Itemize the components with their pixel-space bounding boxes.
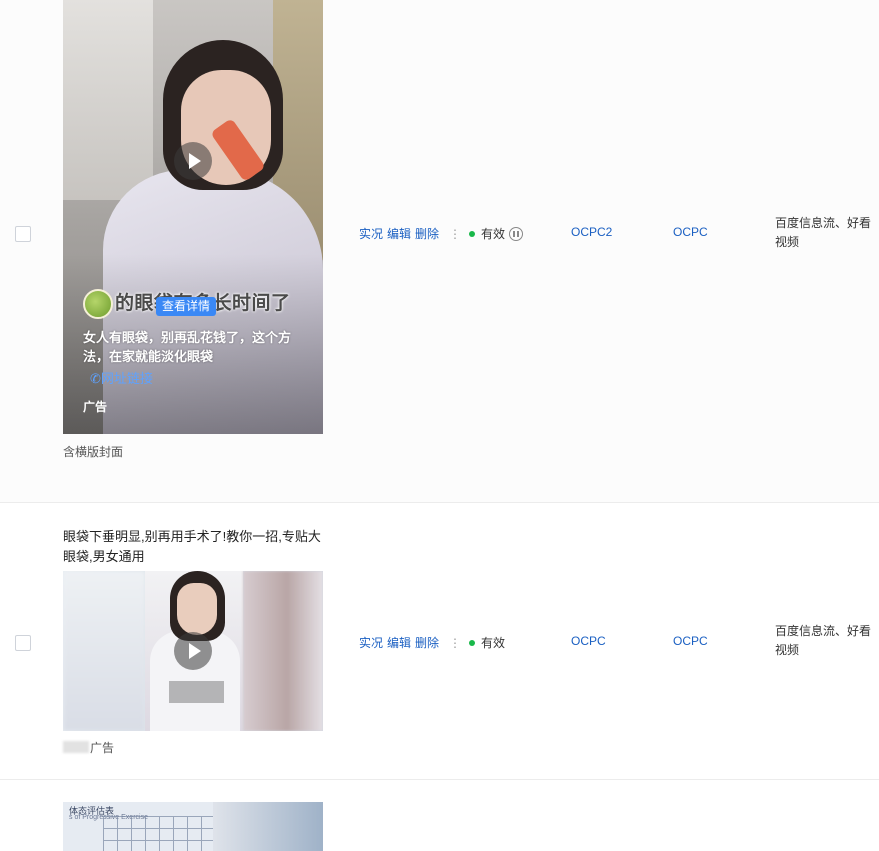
ad-row: 体态评估表 s of Progressive Exercise <box>0 781 879 851</box>
placement: 百度信息流、好看视频 <box>775 624 872 657</box>
edit-link[interactable]: 编辑 <box>387 636 411 650</box>
delete-link[interactable]: 删除 <box>415 227 439 241</box>
status-dot-icon <box>469 230 475 237</box>
video-thumbnail[interactable]: 体态评估表 s of Progressive Exercise <box>63 802 323 851</box>
status-label: 有效 <box>481 636 506 650</box>
account-note: 广告 <box>63 739 114 756</box>
ad-tag: 广告 <box>83 400 108 414</box>
blurred-background-right <box>243 571 323 731</box>
bid-type-b[interactable]: OCPC <box>673 634 708 648</box>
bid-type-a[interactable]: OCPC2 <box>571 225 612 239</box>
row-actions: 实况 编辑 删除 ⋮ <box>359 634 465 651</box>
ad-title: 眼袋下垂明显,别再用手术了!教你一招,专贴大眼袋,男女通用 <box>63 529 321 564</box>
live-link[interactable]: 实况 <box>359 227 383 241</box>
live-link[interactable]: 实况 <box>359 636 383 650</box>
bid-type-b[interactable]: OCPC <box>673 225 708 239</box>
blurred-account-name <box>63 741 89 753</box>
video-thumbnail[interactable]: 的眼袋有多长时间了 查看详情 女人有眼袋，别再乱花钱了，这个方法，在家就能淡化眼… <box>63 0 323 434</box>
row-select-checkbox[interactable] <box>15 226 31 242</box>
poster-background <box>213 802 323 851</box>
bid-type-a[interactable]: OCPC <box>571 634 606 648</box>
ad-row: 眼袋下垂明显,别再用手术了!教你一招,专贴大眼袋,男女通用 广告 实况 编辑 删除 ⋮… <box>0 504 879 780</box>
video-thumbnail[interactable] <box>63 571 323 731</box>
play-icon[interactable] <box>174 632 212 670</box>
status-label: 有效 <box>481 227 506 241</box>
background-wall <box>63 0 153 200</box>
more-vertical-icon[interactable]: ⋮ <box>449 636 461 650</box>
ad-suffix: 广告 <box>90 741 115 755</box>
view-details-button[interactable]: 查看详情 <box>156 297 217 316</box>
placement: 百度信息流、好看视频 <box>775 216 872 249</box>
poster-grid <box>103 816 213 851</box>
play-icon[interactable] <box>174 142 212 180</box>
delete-link[interactable]: 删除 <box>415 636 439 650</box>
more-vertical-icon[interactable]: ⋮ <box>449 227 461 241</box>
url-link[interactable]: ✆网址链接 <box>90 368 153 387</box>
cover-note: 含横版封面 <box>63 445 124 459</box>
ad-description: 女人有眼袋，别再乱花钱了，这个方法，在家就能淡化眼袋 <box>83 330 292 364</box>
url-link-label: 网址链接 <box>100 371 153 386</box>
blurred-background-left <box>63 571 145 731</box>
pause-icon[interactable] <box>509 226 524 241</box>
status-dot-icon <box>469 639 475 646</box>
advertiser-avatar <box>83 289 113 319</box>
row-select-checkbox[interactable] <box>15 635 31 651</box>
edit-link[interactable]: 编辑 <box>387 227 411 241</box>
row-actions: 实况 编辑 删除 ⋮ <box>359 225 465 242</box>
status-cell: 有效 <box>469 634 505 651</box>
status-cell: 有效 <box>469 225 524 242</box>
person-face <box>177 583 217 635</box>
phone-icon: ✆ <box>90 371 101 386</box>
ad-row: 的眼袋有多长时间了 查看详情 女人有眼袋，别再乱花钱了，这个方法，在家就能淡化眼… <box>0 0 879 503</box>
video-caption-box <box>169 681 224 703</box>
